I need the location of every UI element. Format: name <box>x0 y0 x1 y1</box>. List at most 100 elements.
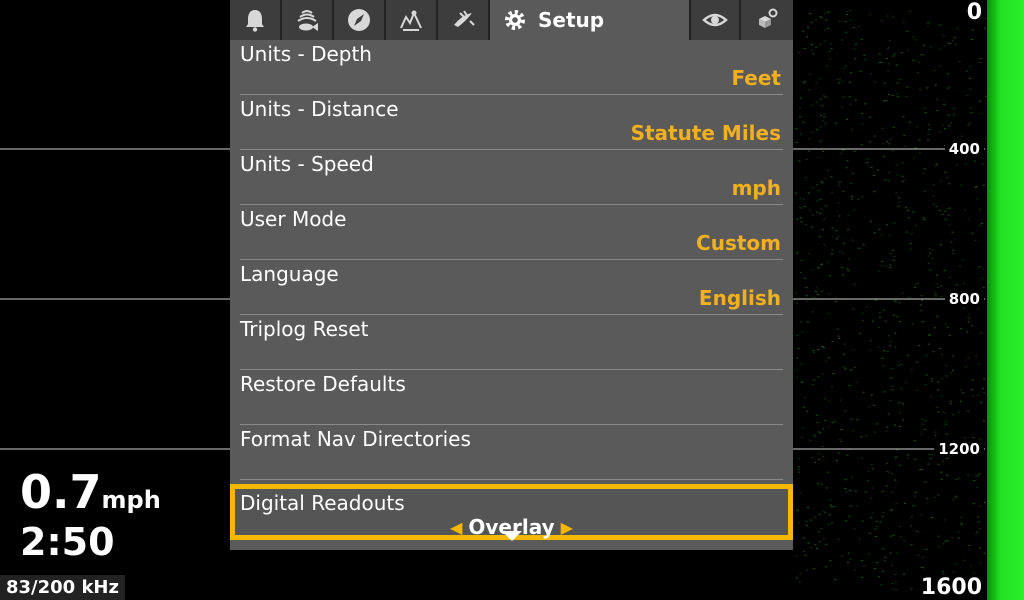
sonar-noise-dot <box>802 82 805 84</box>
sonar-noise-dot <box>896 174 899 176</box>
tab-sonar[interactable] <box>282 0 334 40</box>
sonar-noise-dot <box>885 485 888 487</box>
sonar-noise-dot <box>815 547 818 549</box>
sonar-noise-dot <box>921 423 924 425</box>
sonar-noise-dot <box>931 517 933 518</box>
tab-chart[interactable] <box>386 0 438 40</box>
sonar-noise-dot <box>851 129 854 131</box>
sonar-noise-dot <box>936 315 939 317</box>
sonar-noise-dot <box>857 198 860 200</box>
sonar-noise-dot <box>808 253 810 255</box>
sonar-noise-dot <box>940 479 943 481</box>
sonar-noise-dot <box>949 372 952 374</box>
sonar-noise-dot <box>901 175 904 177</box>
tab-setup[interactable]: Setup <box>490 0 674 40</box>
sonar-noise-dot <box>820 208 823 210</box>
menu-item-value: Custom <box>696 231 781 255</box>
sonar-noise-dot <box>820 114 823 116</box>
sonar-noise-dot <box>811 132 814 134</box>
sonar-noise-dot <box>795 128 798 130</box>
sonar-noise-dot <box>967 321 970 323</box>
sonar-noise-dot <box>838 82 841 84</box>
sonar-noise-dot <box>812 269 815 271</box>
sonar-noise-dot <box>916 361 919 363</box>
sonar-noise-dot <box>978 528 981 530</box>
sonar-noise-dot <box>875 299 878 301</box>
sonar-noise-dot <box>925 548 928 550</box>
menu-item-value: Feet <box>731 66 781 90</box>
sonar-noise-dot <box>805 295 808 297</box>
sonar-noise-dot <box>838 181 841 183</box>
sonar-noise-dot <box>902 419 905 421</box>
sonar-noise-dot <box>900 388 903 390</box>
sonar-noise-dot <box>803 198 806 200</box>
tab-fish-id[interactable] <box>438 0 490 40</box>
sonar-noise-dot <box>891 16 894 18</box>
sonar-noise-dot <box>891 491 894 493</box>
sonar-noise-dot <box>801 436 804 438</box>
sonar-noise-dot <box>909 248 912 250</box>
sonar-noise-dot <box>885 58 888 59</box>
sonar-noise-dot <box>837 335 840 337</box>
sonar-noise-dot <box>974 239 977 241</box>
menu-item-user-mode[interactable]: User Mode Custom <box>240 205 783 260</box>
sonar-noise-dot <box>944 210 947 212</box>
sonar-noise-dot <box>911 59 914 61</box>
sonar-noise-dot <box>889 552 892 554</box>
sonar-noise-dot <box>819 198 822 200</box>
sonar-noise-dot <box>953 37 956 39</box>
sonar-noise-dot <box>966 70 968 72</box>
menu-item-restore-defaults[interactable]: Restore Defaults <box>240 370 783 425</box>
sonar-noise-dot <box>836 78 839 80</box>
sonar-noise-dot <box>982 287 985 289</box>
sonar-noise-dot <box>943 103 946 105</box>
sonar-noise-dot <box>939 131 942 133</box>
sonar-noise-dot <box>974 533 977 535</box>
sonar-noise-dot <box>900 52 903 54</box>
sonar-noise-dot <box>942 124 945 126</box>
menu-item-triplog-reset[interactable]: Triplog Reset <box>240 315 783 370</box>
sonar-noise-dot <box>845 14 848 16</box>
sonar-noise-dot <box>956 164 959 166</box>
sonar-noise-dot <box>842 353 845 355</box>
scroll-down-indicator[interactable] <box>230 527 793 546</box>
sonar-noise-dot <box>862 319 865 321</box>
tab-accessories[interactable] <box>741 0 793 40</box>
sonar-noise-dot <box>901 403 904 405</box>
sonar-noise-dot <box>827 426 830 428</box>
sonar-noise-dot <box>883 391 886 393</box>
tab-views[interactable] <box>689 0 741 40</box>
sonar-noise-dot <box>937 381 939 383</box>
sonar-noise-dot <box>834 579 837 581</box>
sonar-noise-dot <box>812 297 815 298</box>
menu-item-units-distance[interactable]: Units - Distance Statute Miles <box>240 95 783 150</box>
sonar-noise-dot <box>817 267 820 269</box>
sonar-noise-dot <box>829 504 832 506</box>
sonar-noise-dot <box>880 20 883 22</box>
tab-navigation[interactable] <box>334 0 386 40</box>
sonar-noise-dot <box>920 566 923 568</box>
sonar-noise-dot <box>809 519 812 521</box>
sonar-noise-dot <box>830 176 833 178</box>
sonar-noise-dot <box>935 164 938 165</box>
menu-item-units-speed[interactable]: Units - Speed mph <box>240 150 783 205</box>
tab-alarms[interactable] <box>230 0 282 40</box>
menu-item-language[interactable]: Language English <box>240 260 783 315</box>
sonar-noise-dot <box>885 99 888 101</box>
sonar-noise-dot <box>804 520 807 522</box>
sonar-noise-dot <box>863 565 866 567</box>
sonar-noise-dot <box>972 572 975 574</box>
sonar-noise-dot <box>802 537 805 539</box>
sonar-noise-dot <box>977 516 980 518</box>
menu-item-format-nav-directories[interactable]: Format Nav Directories <box>240 425 783 480</box>
sonar-noise-dot <box>862 391 865 393</box>
sonar-noise-dot <box>946 326 949 328</box>
menu-item-units-depth[interactable]: Units - Depth Feet <box>240 40 783 95</box>
sonar-noise-dot <box>871 512 874 514</box>
sonar-noise-dot <box>812 214 814 216</box>
sonar-noise-dot <box>846 268 849 270</box>
sonar-noise-dot <box>952 369 954 371</box>
menu-item-label: Format Nav Directories <box>240 427 471 451</box>
accessories-icon <box>759 8 778 28</box>
sonar-noise-dot <box>827 312 830 314</box>
